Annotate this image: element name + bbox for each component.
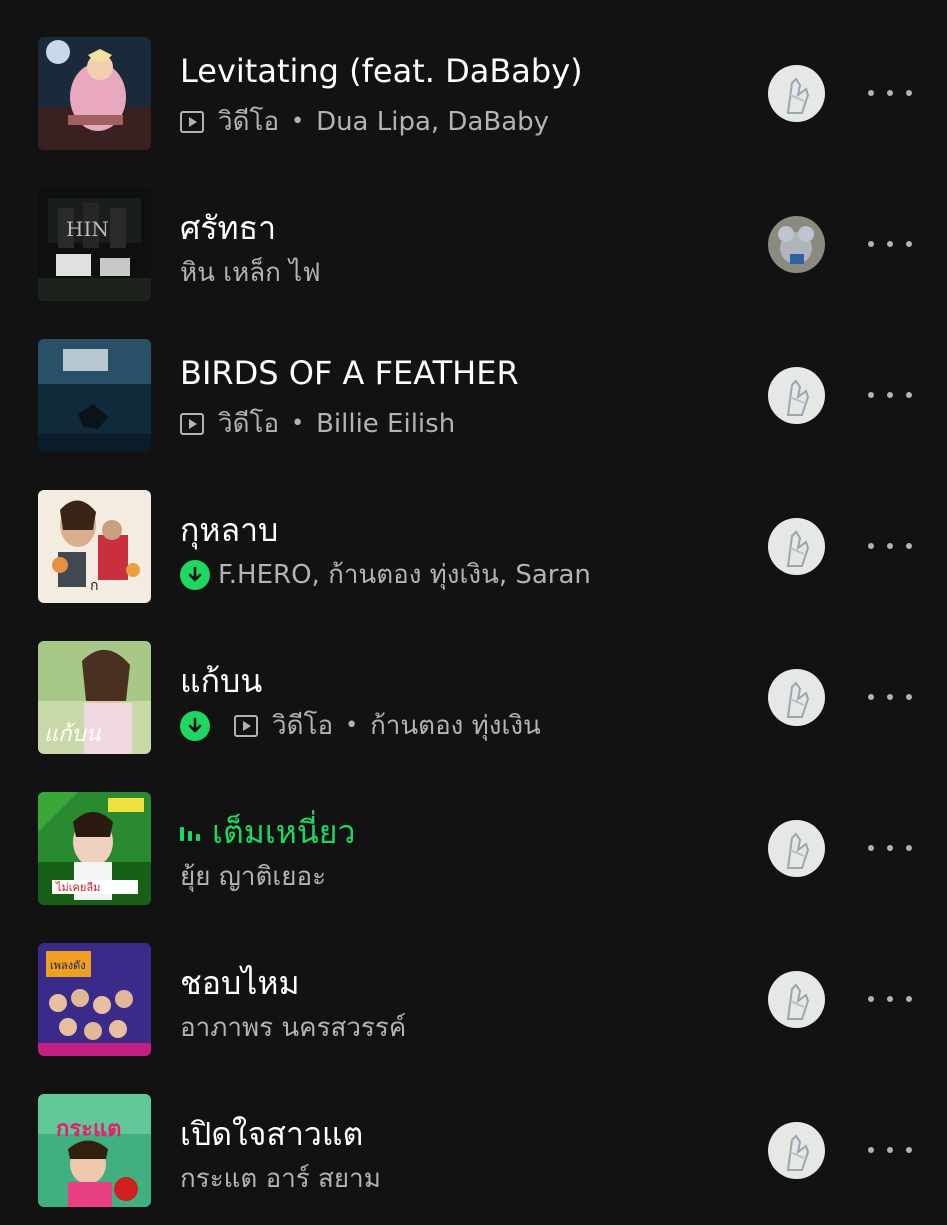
downloaded-icon xyxy=(180,559,210,590)
track-title-text: เต็มเหนี่ยว xyxy=(212,813,356,851)
added-by-avatar[interactable] xyxy=(768,1122,825,1179)
track-subtitle: อาภาพร นครสวรรค์ xyxy=(180,1007,740,1048)
more-options-button[interactable] xyxy=(868,989,912,1009)
svg-text:ก: ก xyxy=(90,578,98,594)
track-artists: อาภาพร นครสวรรค์ xyxy=(180,1013,407,1043)
album-art: HIN xyxy=(38,188,151,301)
more-options-button[interactable] xyxy=(868,838,912,858)
track-title: ศรัทธา xyxy=(180,209,277,247)
svg-text:แก้บน: แก้บน xyxy=(44,722,101,747)
svg-text:เพลงดัง: เพลงดัง xyxy=(50,959,86,972)
separator-dot: • xyxy=(345,713,359,738)
video-icon xyxy=(180,110,204,133)
track-list: Levitating (feat. DaBaby) วิดีโอ • Dua L… xyxy=(0,0,947,1207)
more-options-button[interactable] xyxy=(868,536,912,556)
track-subtitle: หิน เหล็ก ไฟ xyxy=(180,252,740,293)
track-row-playing[interactable]: ไม่เคยลืม เต็มเหนี่ยว ยุ้ย ญาติเยอะ xyxy=(0,772,947,923)
added-by-avatar[interactable] xyxy=(768,216,825,273)
video-icon xyxy=(234,714,258,737)
added-by-avatar[interactable] xyxy=(768,65,825,122)
track-title: เปิดใจสาวแต xyxy=(180,1115,364,1153)
added-by-avatar[interactable] xyxy=(768,669,825,726)
track-artists: หิน เหล็ก ไฟ xyxy=(180,258,321,288)
album-art: แก้บน xyxy=(38,641,151,754)
track-subtitle: วิดีโอ • ก้านตอง ทุ่งเงิน xyxy=(180,705,740,746)
track-title: ชอบไหม xyxy=(180,964,300,1002)
track-subtitle: วิดีโอ • Dua Lipa, DaBaby xyxy=(180,101,740,142)
added-by-avatar[interactable] xyxy=(768,367,825,424)
track-title: BIRDS OF A FEATHER xyxy=(180,354,519,392)
album-art: ก xyxy=(38,490,151,603)
svg-text:ไม่เคยลืม: ไม่เคยลืม xyxy=(55,881,100,894)
track-artists: กระแต อาร์ สยาม xyxy=(180,1164,381,1194)
track-row[interactable]: BIRDS OF A FEATHER วิดีโอ • Billie Eilis… xyxy=(0,319,947,470)
added-by-avatar[interactable] xyxy=(768,518,825,575)
album-art: ไม่เคยลืม xyxy=(38,792,151,905)
added-by-avatar[interactable] xyxy=(768,820,825,877)
track-title: แก้บน xyxy=(180,662,263,700)
track-artists: ก้านตอง ทุ่งเงิน xyxy=(370,711,541,741)
track-artists: Dua Lipa, DaBaby xyxy=(316,106,550,137)
album-art: เพลงดัง xyxy=(38,943,151,1056)
more-options-button[interactable] xyxy=(868,385,912,405)
track-subtitle: กระแต อาร์ สยาม xyxy=(180,1158,740,1199)
track-artists: ยุ้ย ญาติเยอะ xyxy=(180,862,327,892)
video-icon xyxy=(180,412,204,435)
track-subtitle: วิดีโอ • Billie Eilish xyxy=(180,403,740,444)
more-options-button[interactable] xyxy=(868,687,912,707)
separator-dot: • xyxy=(291,109,305,134)
track-row[interactable]: HIN ศรัทธา หิน เหล็ก ไฟ xyxy=(0,168,947,319)
track-row[interactable]: แก้บน แก้บน วิดีโอ • ก้านตอง ทุ่งเงิน xyxy=(0,621,947,772)
track-row[interactable]: เพลงดัง ชอบไหม อาภาพร นครสวรรค์ xyxy=(0,923,947,1074)
more-options-button[interactable] xyxy=(868,1140,912,1160)
track-title: กุหลาบ xyxy=(180,511,279,549)
track-title: เต็มเหนี่ยว xyxy=(180,807,740,858)
track-artists: F.HERO, ก้านตอง ทุ่งเงิน, Saran xyxy=(218,560,591,590)
track-title: Levitating (feat. DaBaby) xyxy=(180,52,583,90)
now-playing-icon xyxy=(180,825,200,841)
track-artists: Billie Eilish xyxy=(316,408,456,439)
track-row[interactable]: ก กุหลาบ F.HERO, ก้านตอง ทุ่งเงิน, Saran xyxy=(0,470,947,621)
album-art: กระแต xyxy=(38,1094,151,1207)
added-by-avatar[interactable] xyxy=(768,971,825,1028)
video-label: วิดีโอ xyxy=(218,409,280,439)
track-subtitle: F.HERO, ก้านตอง ทุ่งเงิน, Saran xyxy=(180,554,740,595)
downloaded-icon xyxy=(180,710,210,741)
separator-dot: • xyxy=(291,411,305,436)
more-options-button[interactable] xyxy=(868,83,912,103)
video-label: วิดีโอ xyxy=(218,107,280,137)
track-subtitle: ยุ้ย ญาติเยอะ xyxy=(180,856,740,897)
track-row[interactable]: กระแต เปิดใจสาวแต กระแต อาร์ สยาม xyxy=(0,1074,947,1225)
track-row[interactable]: Levitating (feat. DaBaby) วิดีโอ • Dua L… xyxy=(0,17,947,168)
more-options-button[interactable] xyxy=(868,234,912,254)
video-label: วิดีโอ xyxy=(272,711,334,741)
album-art xyxy=(38,37,151,150)
album-art xyxy=(38,339,151,452)
svg-text:กระแต: กระแต xyxy=(56,1117,121,1142)
svg-text:HIN: HIN xyxy=(66,217,109,241)
